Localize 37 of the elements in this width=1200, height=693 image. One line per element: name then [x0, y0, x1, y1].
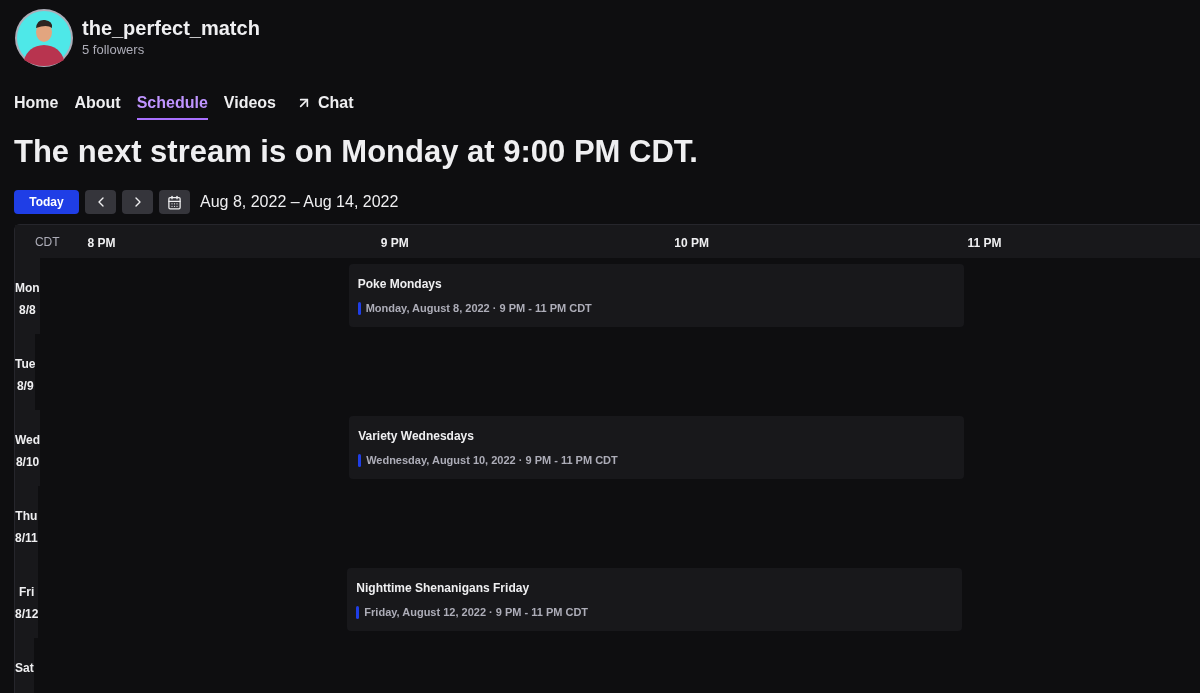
hour-label: 10 PM [674, 235, 709, 250]
day-cell: Mon 8/8 [15, 258, 40, 334]
calendar-button[interactable] [159, 190, 190, 214]
day-cell: Sat [15, 638, 34, 693]
nav-tab[interactable]: About [74, 90, 121, 120]
nav-tab[interactable]: Videos [223, 90, 276, 120]
hour-label: 9 PM [380, 235, 409, 250]
day-cell: Tue 8/9 [15, 334, 36, 410]
event-details: Wednesday, August 10, 2022 · 9 PM - 11 PM CDT [366, 452, 618, 468]
event-title: Poke Mondays [357, 275, 443, 293]
event-color-bar [358, 453, 362, 467]
event-title: Variety Wednesdays [358, 427, 475, 445]
event-color-bar [356, 605, 360, 619]
event-details: Friday, August 12, 2022 · 9 PM - 11 PM CDT [364, 604, 589, 620]
calendar-icon [167, 194, 182, 210]
event-details: Monday, August 8, 2022 · 9 PM - 11 PM CDT [365, 300, 592, 316]
event-card[interactable]: Poke Mondays Monday, August 8, 2022 · 9 PM - 11 PM CDT [348, 264, 964, 327]
previous-button[interactable] [85, 190, 116, 214]
hour-label: 8 PM [87, 235, 116, 250]
nav-tab[interactable]: Chat [295, 90, 354, 120]
event-card[interactable]: Nighttime Shenanigans Friday Friday, August 12, 2022 · 9 PM - 11 PM CDT [347, 568, 963, 631]
next-button[interactable] [122, 190, 153, 214]
day-cell: Fri 8/12 [15, 562, 39, 638]
day-cell: Wed 8/10 [15, 410, 41, 486]
event-card[interactable]: Variety Wednesdays Wednesday, August 10, 2022 · 9 PM - 11 PM CDT [349, 416, 965, 479]
channel-name: the_perfect_match [82, 16, 260, 41]
event-color-bar [357, 301, 361, 315]
today-button[interactable]: Today [14, 190, 79, 214]
day-cell: Thu 8/11 [15, 486, 38, 562]
follower-count: 5 followers [82, 41, 146, 60]
date-range: Aug 8, 2022 – Aug 14, 2022 [200, 192, 399, 212]
next-stream-heading: The next stream is on Monday at 9:00 PM CDT. [13, 133, 699, 171]
nav-tab[interactable]: Home [14, 90, 59, 120]
hour-label: 11 PM [967, 235, 1002, 250]
timezone-label: CDT [33, 233, 61, 251]
nav-tab[interactable]: Schedule [136, 90, 208, 120]
event-title: Nighttime Shenanigans Friday [356, 579, 531, 597]
